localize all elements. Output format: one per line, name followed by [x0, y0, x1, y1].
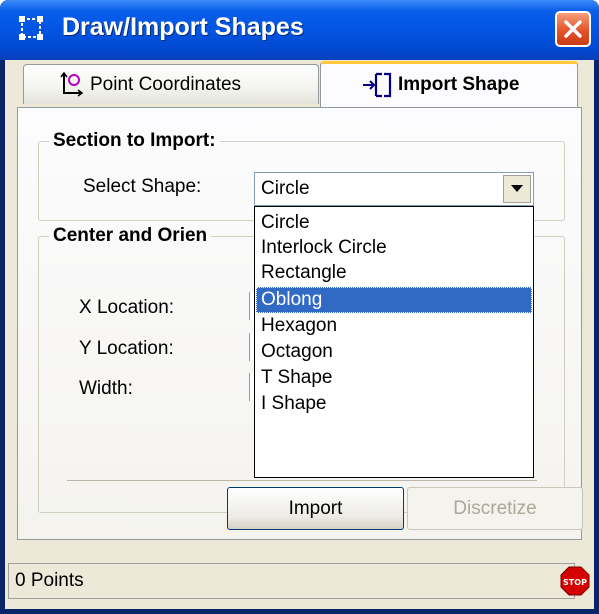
shape-select-dropdown-button[interactable] — [503, 175, 531, 203]
dropdown-option-rectangle[interactable]: Rectangle — [256, 260, 532, 286]
dropdown-option-t-shape[interactable]: T Shape — [256, 365, 532, 391]
point-coordinates-icon — [60, 71, 84, 97]
tab-point-coordinates[interactable]: Point Coordinates — [23, 64, 319, 104]
tab-import-shape-label: Import Shape — [398, 74, 520, 95]
tab-point-coordinates-label: Point Coordinates — [90, 74, 242, 95]
dropdown-option-octagon[interactable]: Octagon — [256, 339, 532, 365]
width-label: Width: — [79, 378, 133, 399]
title-bar[interactable]: Draw/Import Shapes — [0, 0, 599, 60]
center-orientation-legend: Center and Orien — [53, 225, 208, 246]
shape-outline-icon — [19, 16, 43, 40]
discretize-button[interactable]: Discretize — [407, 487, 583, 530]
close-button[interactable] — [555, 11, 591, 47]
y-location-label: Y Location: — [79, 338, 174, 359]
section-to-import-legend: Section to Import: — [53, 130, 216, 151]
dropdown-option-hexagon[interactable]: Hexagon — [256, 313, 532, 339]
dropdown-option-i-shape[interactable]: I Shape — [256, 391, 532, 417]
status-bar: 0 Points — [8, 563, 575, 599]
dropdown-option-oblong[interactable]: Oblong — [256, 287, 532, 313]
shape-dropdown-list[interactable]: Circle Interlock Circle Rectangle Oblong… — [254, 206, 534, 478]
select-shape-label: Select Shape: — [83, 176, 202, 197]
x-location-label: X Location: — [79, 297, 175, 318]
draw-import-shapes-window: Draw/Import Shapes Point Coordinates Imp… — [0, 0, 599, 614]
dropdown-option-circle[interactable]: Circle — [256, 210, 532, 236]
close-icon — [564, 20, 582, 38]
status-point-count: 0 Points — [15, 570, 84, 591]
shape-select-value: Circle — [261, 178, 310, 199]
shape-select[interactable]: Circle — [254, 172, 534, 206]
dialog-body: Point Coordinates Import Shape Section t… — [5, 60, 594, 609]
dropdown-option-interlock-circle[interactable]: Interlock Circle — [256, 235, 532, 261]
stop-icon[interactable]: STOP — [560, 566, 590, 596]
chevron-down-icon — [511, 185, 523, 192]
svg-text:STOP: STOP — [563, 578, 587, 587]
tab-import-shape[interactable]: Import Shape — [320, 61, 578, 108]
window-title: Draw/Import Shapes — [62, 13, 304, 41]
import-shape-icon — [363, 72, 392, 98]
import-button[interactable]: Import — [227, 487, 404, 530]
